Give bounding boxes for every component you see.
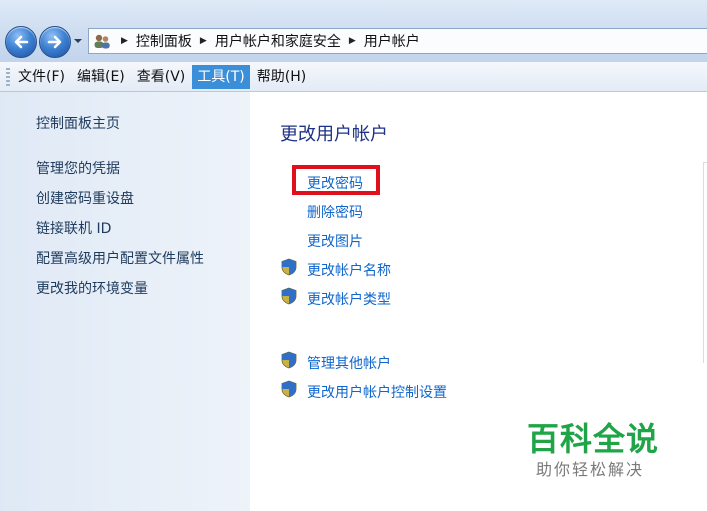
breadcrumb-separator-icon: ▶ bbox=[121, 36, 128, 46]
manage-other-accounts-link[interactable]: 管理其他帐户 bbox=[307, 353, 391, 373]
menu-grip bbox=[6, 67, 10, 86]
watermark-subtitle: 助你轻松解决 bbox=[536, 460, 645, 479]
menu-bar: 文件(F) 编辑(E) 查看(V) 工具(T) 帮助(H) bbox=[0, 62, 707, 92]
change-account-type-link[interactable]: 更改帐户类型 bbox=[307, 289, 391, 309]
change-account-name-link[interactable]: 更改帐户名称 bbox=[307, 260, 391, 280]
forward-button[interactable] bbox=[39, 26, 71, 58]
uac-shield-icon bbox=[281, 351, 297, 369]
breadcrumb-control-panel[interactable]: 控制面板 bbox=[136, 31, 192, 51]
menu-file[interactable]: 文件(F) bbox=[13, 65, 70, 89]
left-navigation-pane: 控制面板主页 管理您的凭据 创建密码重设盘 链接联机 ID 配置高级用户配置文件… bbox=[0, 92, 250, 511]
back-button[interactable] bbox=[5, 26, 37, 58]
breadcrumb-separator-icon: ▶ bbox=[199, 36, 207, 46]
menu-tools[interactable]: 工具(T) bbox=[192, 64, 250, 89]
address-bar-area: ▶ 控制面板 ▶ 用户帐户和家庭安全 ▶ 用户帐户 bbox=[0, 0, 707, 62]
menu-edit[interactable]: 编辑(E) bbox=[72, 65, 130, 89]
breadcrumb-separator-icon: ▶ bbox=[348, 36, 356, 46]
advanced-profile-properties-link[interactable]: 配置高级用户配置文件属性 bbox=[36, 248, 204, 268]
change-password-link[interactable]: 更改密码 bbox=[307, 173, 363, 193]
change-picture-link[interactable]: 更改图片 bbox=[307, 231, 363, 251]
breadcrumb-user-accounts[interactable]: 用户帐户 bbox=[364, 31, 420, 51]
address-box[interactable]: ▶ 控制面板 ▶ 用户帐户和家庭安全 ▶ 用户帐户 bbox=[88, 28, 707, 54]
breadcrumb-user-accounts-family-safety[interactable]: 用户帐户和家庭安全 bbox=[215, 31, 341, 51]
user-picture-frame-edge bbox=[703, 162, 707, 363]
change-environment-variables-link[interactable]: 更改我的环境变量 bbox=[36, 278, 148, 298]
control-panel-home-link[interactable]: 控制面板主页 bbox=[36, 113, 120, 133]
uac-shield-icon bbox=[281, 287, 297, 305]
watermark-title: 百科全说 bbox=[527, 420, 660, 458]
remove-password-link[interactable]: 删除密码 bbox=[307, 202, 363, 222]
uac-settings-link[interactable]: 更改用户帐户控制设置 bbox=[307, 382, 447, 402]
forward-arrow-icon bbox=[47, 35, 62, 49]
recent-pages-dropdown-icon[interactable] bbox=[72, 36, 84, 46]
uac-shield-icon bbox=[281, 258, 297, 276]
menu-help[interactable]: 帮助(H) bbox=[252, 65, 311, 89]
menu-view[interactable]: 查看(V) bbox=[132, 65, 191, 89]
manage-credentials-link[interactable]: 管理您的凭据 bbox=[36, 158, 120, 178]
users-folder-icon bbox=[91, 30, 113, 52]
page-title: 更改用户帐户 bbox=[280, 124, 388, 145]
back-arrow-icon bbox=[14, 35, 29, 49]
uac-shield-icon bbox=[281, 380, 297, 398]
link-online-id-link[interactable]: 链接联机 ID bbox=[36, 218, 111, 238]
create-password-reset-disk-link[interactable]: 创建密码重设盘 bbox=[36, 188, 134, 208]
